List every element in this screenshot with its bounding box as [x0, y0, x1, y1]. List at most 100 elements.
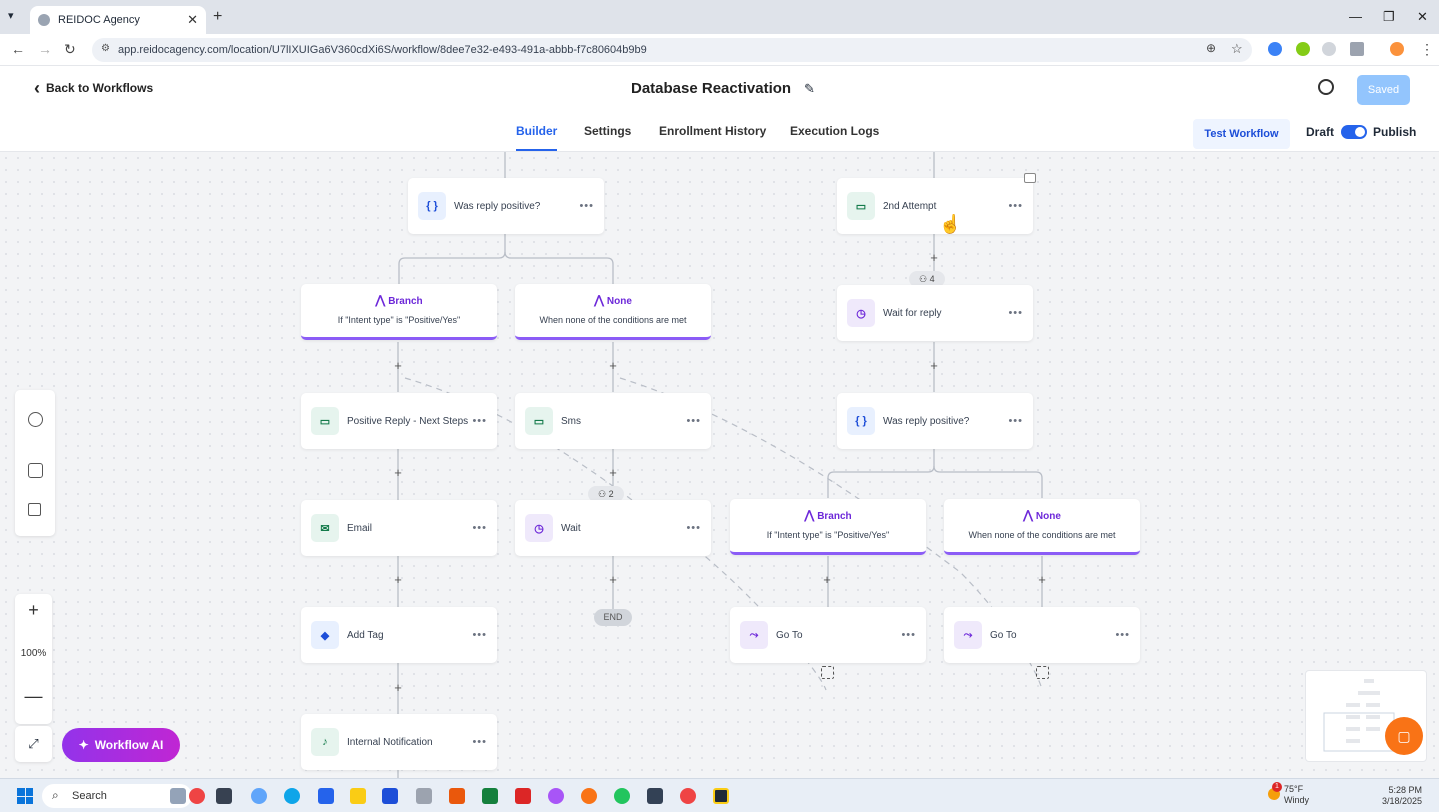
add-step-button[interactable]: +: [1036, 572, 1048, 587]
browser-tab[interactable]: REIDOC Agency ✕: [30, 6, 206, 34]
node-menu-icon[interactable]: •••: [472, 415, 487, 427]
sms-action-node[interactable]: ▭ Sms •••: [515, 393, 711, 449]
add-step-button[interactable]: +: [392, 572, 404, 587]
chat-support-icon[interactable]: ▢: [1385, 717, 1423, 755]
node-menu-icon[interactable]: •••: [1008, 307, 1023, 319]
sms-action-node[interactable]: ▭ Positive Reply - Next Steps •••: [301, 393, 497, 449]
node-menu-icon[interactable]: •••: [686, 522, 701, 534]
outlook-icon[interactable]: [318, 788, 334, 804]
browser-menu-icon[interactable]: ⋮: [1420, 41, 1434, 58]
branch-node[interactable]: ⋀ Branch If "Intent type" is "Positive/Ye…: [730, 499, 926, 555]
comments-icon[interactable]: [28, 463, 43, 478]
add-step-button[interactable]: +: [392, 680, 404, 695]
node-menu-icon[interactable]: •••: [472, 736, 487, 748]
app-icon[interactable]: [647, 788, 663, 804]
branch-node[interactable]: ⋀ Branch If "Intent type" is "Positive/Ye…: [301, 284, 497, 340]
workflow-canvas[interactable]: { } Was reply positive? ••• ⋀ Branch If "…: [0, 152, 1439, 778]
tab-builder[interactable]: Builder: [516, 124, 558, 151]
extensions-puzzle-icon[interactable]: [1350, 42, 1364, 56]
condition-node[interactable]: { } Was reply positive? •••: [408, 178, 604, 234]
back-arrow-icon[interactable]: ←: [11, 41, 25, 57]
internal-notification-node[interactable]: ♪ Internal Notification •••: [301, 714, 497, 770]
workflow-ai-button[interactable]: ✦ Workflow AI: [62, 728, 180, 762]
close-window-icon[interactable]: ✕: [1417, 9, 1428, 25]
powerpoint-icon[interactable]: [449, 788, 465, 804]
tab-enrollment-history[interactable]: Enrollment History: [659, 124, 766, 138]
reload-icon[interactable]: ↻: [64, 41, 76, 58]
system-clock[interactable]: 5:28 PM 3/18/2025: [1382, 785, 1422, 807]
firefox-icon[interactable]: [581, 788, 597, 804]
add-step-button[interactable]: +: [928, 358, 940, 373]
file-explorer-icon[interactable]: [350, 788, 366, 804]
none-branch-node[interactable]: ⋀ None When none of the conditions are me…: [515, 284, 711, 340]
zoom-icon[interactable]: ⊕: [1206, 41, 1216, 55]
add-step-button[interactable]: +: [821, 572, 833, 587]
back-to-workflows-link[interactable]: ‹ Back to Workflows: [34, 79, 153, 97]
node-menu-icon[interactable]: •••: [1115, 629, 1130, 641]
minimize-icon[interactable]: —: [1349, 9, 1362, 24]
extension-icon[interactable]: [1322, 42, 1336, 56]
slack-icon[interactable]: [548, 788, 564, 804]
add-step-button[interactable]: +: [607, 572, 619, 587]
saved-button[interactable]: Saved: [1357, 75, 1410, 105]
extension-icon[interactable]: [1296, 42, 1310, 56]
notes-icon[interactable]: [28, 503, 41, 516]
app-z-icon[interactable]: [515, 788, 531, 804]
goto-target-icon[interactable]: [1036, 666, 1049, 679]
tab-search-icon[interactable]: ▾: [8, 9, 14, 22]
goto-node[interactable]: ⤳ Go To •••: [944, 607, 1140, 663]
stats-pie-icon[interactable]: [28, 412, 43, 427]
extension-icon[interactable]: [1268, 42, 1282, 56]
edit-pencil-icon[interactable]: ✎: [804, 81, 815, 97]
goto-node[interactable]: ⤳ Go To •••: [730, 607, 926, 663]
history-clock-icon[interactable]: [1318, 79, 1334, 95]
add-step-button[interactable]: +: [607, 358, 619, 373]
add-step-button[interactable]: +: [928, 250, 940, 265]
none-branch-node[interactable]: ⋀ None When none of the conditions are me…: [944, 499, 1140, 555]
node-menu-icon[interactable]: •••: [579, 200, 594, 212]
tab-settings[interactable]: Settings: [584, 124, 631, 138]
restore-icon[interactable]: ❐: [1383, 9, 1395, 25]
excel-icon[interactable]: [482, 788, 498, 804]
publish-toggle[interactable]: [1341, 125, 1367, 139]
weather-widget[interactable]: 75°F Windy: [1284, 784, 1309, 806]
node-menu-icon[interactable]: •••: [472, 629, 487, 641]
close-tab-icon[interactable]: ✕: [187, 12, 198, 28]
node-menu-icon[interactable]: •••: [1008, 200, 1023, 212]
comment-icon[interactable]: [1024, 173, 1036, 183]
wait-for-reply-node[interactable]: ◷ Wait for reply •••: [837, 285, 1033, 341]
word-icon[interactable]: [382, 788, 398, 804]
new-tab-icon[interactable]: +: [213, 8, 222, 26]
email-action-node[interactable]: ✉ Email •••: [301, 500, 497, 556]
add-tag-node[interactable]: ◆ Add Tag •••: [301, 607, 497, 663]
sticky-notes-icon[interactable]: [713, 788, 729, 804]
node-menu-icon[interactable]: •••: [901, 629, 916, 641]
node-menu-icon[interactable]: •••: [472, 522, 487, 534]
app-icon[interactable]: [189, 788, 205, 804]
add-step-button[interactable]: +: [392, 465, 404, 480]
address-bar[interactable]: ⚙ app.reidocagency.com/location/U7lIXUIG…: [92, 38, 1252, 62]
bookmark-star-icon[interactable]: ☆: [1231, 41, 1243, 57]
tab-execution-logs[interactable]: Execution Logs: [790, 124, 879, 138]
node-menu-icon[interactable]: •••: [686, 415, 701, 427]
goto-target-icon[interactable]: [821, 666, 834, 679]
node-menu-icon[interactable]: •••: [1008, 415, 1023, 427]
forward-arrow-icon[interactable]: →: [38, 41, 52, 57]
wait-node[interactable]: ◷ Wait •••: [515, 500, 711, 556]
zoom-out-button[interactable]: —: [15, 686, 52, 707]
calculator-icon[interactable]: [416, 788, 432, 804]
profile-avatar[interactable]: [1390, 42, 1404, 56]
edge-icon[interactable]: [284, 788, 300, 804]
condition-node[interactable]: { } Was reply positive? •••: [837, 393, 1033, 449]
test-workflow-button[interactable]: Test Workflow: [1193, 119, 1290, 149]
add-step-button[interactable]: +: [607, 465, 619, 480]
sms-action-node[interactable]: ▭ 2nd Attempt •••: [837, 178, 1033, 234]
windows-start-icon[interactable]: [17, 788, 33, 804]
copilot-icon[interactable]: [251, 788, 267, 804]
chrome-icon[interactable]: [614, 788, 630, 804]
task-view-icon[interactable]: [216, 788, 232, 804]
zoom-in-button[interactable]: +: [15, 600, 52, 621]
widgets-icon[interactable]: [170, 788, 186, 804]
site-info-icon[interactable]: ⚙: [101, 43, 110, 54]
add-step-button[interactable]: +: [392, 358, 404, 373]
